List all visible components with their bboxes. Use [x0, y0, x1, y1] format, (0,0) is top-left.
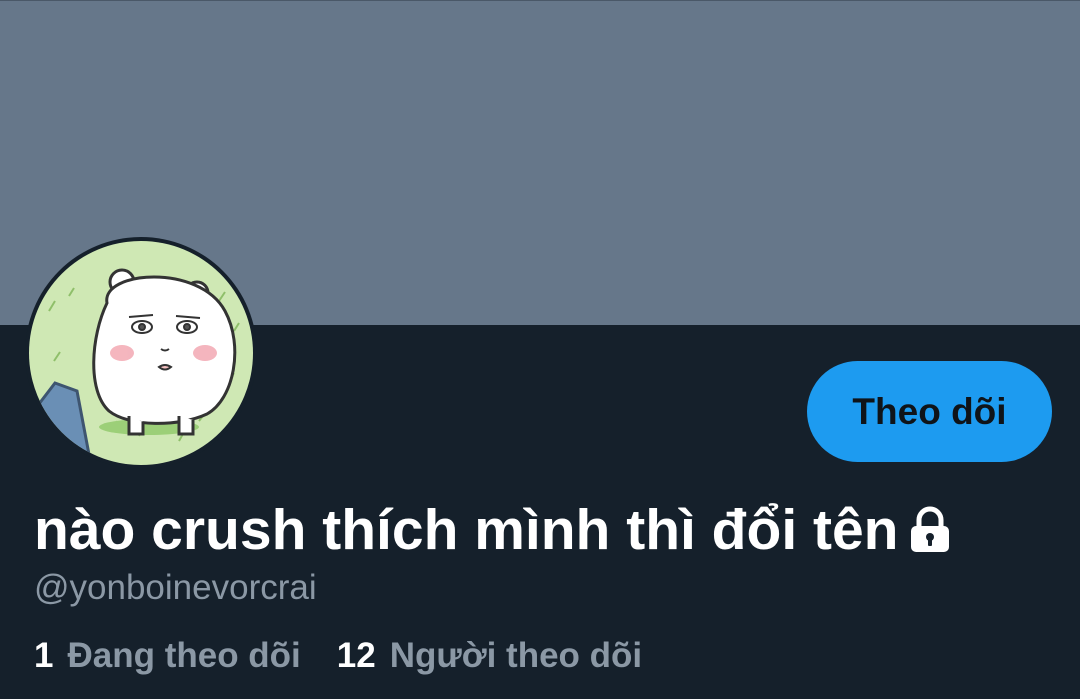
follow-button[interactable]: Theo dõi: [807, 361, 1052, 462]
avatar[interactable]: [25, 237, 257, 469]
display-name-text: nào crush thích mình thì đổi tên: [34, 498, 899, 562]
lock-icon: [910, 506, 949, 552]
profile-display-name: nào crush thích mình thì đổi tên: [34, 497, 953, 563]
followers-label: Người theo dõi: [389, 636, 643, 675]
following-stat[interactable]: 1 Đang theo dõi: [34, 636, 301, 676]
following-count: 1: [34, 636, 54, 675]
followers-count: 12: [336, 636, 376, 675]
profile-handle: @yonboinevorcrai: [34, 568, 317, 607]
profile-stats: 1 Đang theo dõi 12 Người theo dõi: [34, 636, 642, 676]
cartoon-bear-avatar-image: [29, 241, 253, 465]
followers-stat[interactable]: 12 Người theo dõi: [337, 636, 642, 676]
following-label: Đang theo dõi: [67, 636, 301, 675]
